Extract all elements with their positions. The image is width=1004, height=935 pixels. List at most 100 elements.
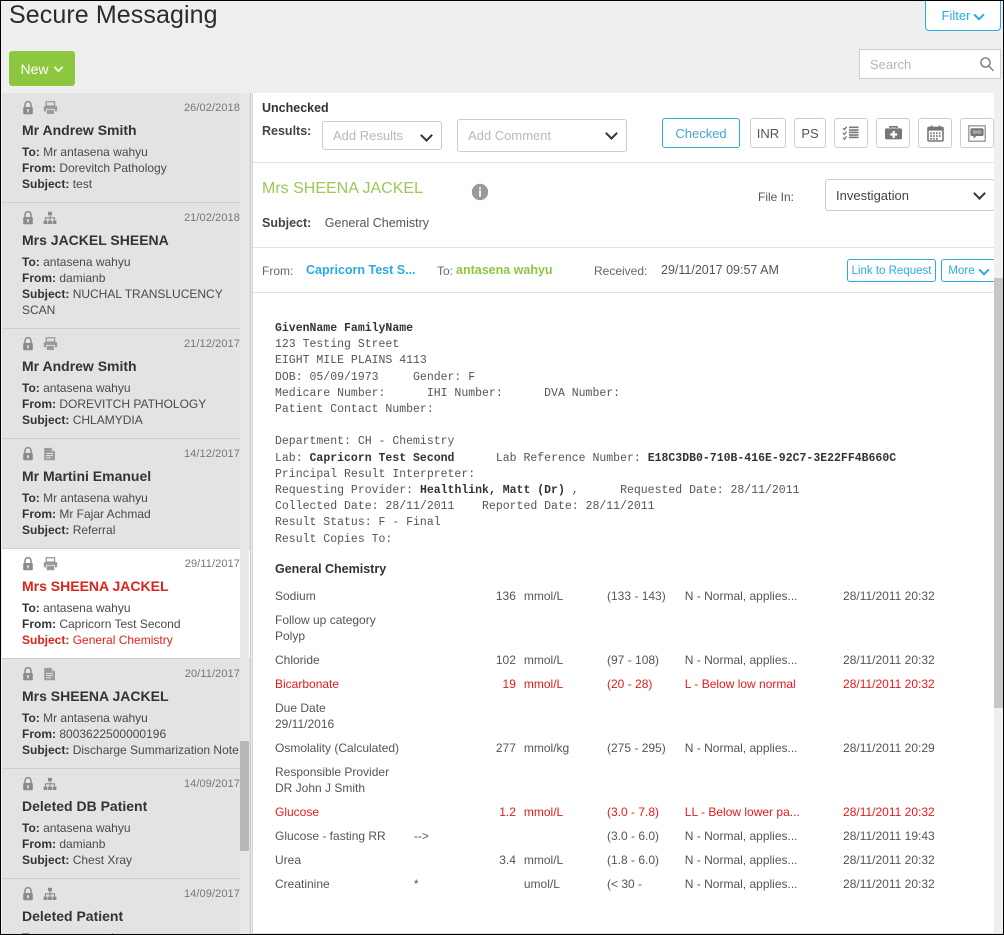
subject-label: Subject: — [262, 216, 312, 230]
to-value[interactable]: antasena wahyu — [456, 263, 553, 277]
message-item-top: 21/12/2017 — [22, 337, 240, 353]
result-row: Glucose - fasting RR --> (3.0 - 6.0) N - No… — [253, 824, 1003, 848]
from-label: From: — [262, 264, 294, 278]
result-subnote-line: 29/11/2016 — [275, 716, 335, 731]
message-meta-row: From: Capricorn Test S... To: antasena w… — [253, 248, 1003, 293]
report-body: GivenName FamilyName 123 Testing Street … — [253, 293, 1003, 903]
network-icon — [43, 211, 57, 224]
message-list-item[interactable]: 29/11/2017 Mrs SHEENA JACKEL To: antasena … — [2, 549, 250, 659]
result-subnote-row: Responsible Provider DR John J Smith — [253, 760, 1003, 800]
search-box[interactable] — [859, 49, 1001, 79]
filter-button[interactable]: Filter — [925, 1, 1001, 31]
lock-icon — [23, 557, 33, 571]
message-subject-line: Subject: Chest Xray — [22, 852, 240, 868]
result-value: 136 — [495, 588, 516, 603]
results-toolbar: Unchecked Results: Add Results Add Comme… — [253, 93, 1003, 163]
subject-value: CHLAMYDIA — [72, 413, 143, 427]
panel-bottom-divider — [252, 933, 1003, 934]
add-comment-placeholder: Add Comment — [468, 128, 552, 143]
info-icon[interactable] — [471, 183, 489, 201]
message-date: 26/02/2018 — [183, 102, 240, 114]
from-label: From: — [22, 271, 56, 285]
result-row: Sodium 136 mmol/L (133 - 143) N - Normal, ap… — [253, 584, 1003, 608]
from-value: Capricorn Test Second — [59, 617, 181, 631]
file-in-label: File In: — [758, 190, 795, 204]
result-range: (1.8 - 6.0) — [607, 852, 660, 867]
chevron-down-icon — [975, 11, 984, 20]
to-label: To: — [437, 264, 454, 278]
result-subnote-line: Polyp — [275, 628, 306, 643]
filter-label: Filter — [941, 8, 971, 23]
message-patient-name: Mr Andrew Smith — [22, 358, 137, 374]
message-list-item[interactable]: 20/11/2017 Mrs SHEENA JACKEL To: Mr antase… — [2, 659, 250, 769]
result-value: 277 — [495, 740, 516, 755]
subject-label: Subject: — [22, 853, 70, 867]
result-subnote: Follow up category Polyp — [253, 608, 1003, 648]
lock-icon — [23, 337, 33, 351]
message-item-top: 26/02/2018 — [22, 101, 240, 117]
checked-button[interactable]: Checked — [662, 118, 740, 148]
subject-label: Subject: — [22, 413, 70, 427]
message-item-top: 29/11/2017 — [22, 557, 240, 573]
to-value: antasena wahyu — [43, 821, 131, 835]
more-label: More — [948, 264, 975, 277]
result-subnote-line: Follow up category — [275, 612, 376, 627]
add-comment-dropdown[interactable]: Add Comment — [457, 119, 627, 152]
message-item-icons — [22, 777, 57, 791]
message-patient-name: Mr Andrew Smith — [22, 122, 137, 138]
message-list-item[interactable]: 14/12/2017 Mr Martini Emanuel To: Mr antas… — [2, 439, 250, 549]
message-subject-line: Subject: Discharge Summarization Note — [22, 742, 240, 758]
message-to-line: To: antasena wahyu — [22, 600, 240, 616]
sms-button[interactable]: SMS — [960, 118, 994, 148]
report-section-title: General Chemistry — [275, 561, 387, 576]
result-subnote-line: DR John J Smith — [275, 780, 366, 795]
checklist-button[interactable] — [834, 118, 868, 148]
link-to-request-button[interactable]: Link to Request — [847, 259, 936, 282]
result-flag — [414, 736, 462, 760]
message-list-item[interactable]: 21/02/2018 Mrs JACKEL SHEENA To: antasena … — [2, 203, 250, 329]
main-scrollbar-thumb[interactable] — [994, 278, 1003, 708]
result-unit: mmol/kg — [523, 740, 570, 755]
result-row: Urea 3.4 mmol/L (1.8 - 6.0) N - Normal, appl… — [253, 848, 1003, 872]
from-value[interactable]: Capricorn Test S... — [306, 263, 416, 277]
result-name: Bicarbonate — [275, 676, 340, 691]
svg-text:SMS: SMS — [972, 129, 981, 134]
result-flag — [414, 648, 462, 672]
result-unit: mmol/L — [523, 676, 564, 691]
add-results-dropdown[interactable]: Add Results — [322, 121, 442, 150]
result-time: 28/11/2011 20:29 — [843, 740, 935, 755]
sidebar-scrollbar-thumb[interactable] — [240, 741, 249, 851]
message-list-item[interactable]: 21/12/2017 Mr Andrew Smith To: antasena wa… — [2, 329, 250, 439]
patient-name[interactable]: Mrs SHEENA JACKEL — [262, 180, 423, 198]
new-button[interactable]: New — [9, 51, 75, 86]
result-name: Creatinine — [275, 876, 330, 891]
message-from-line: From: Capricorn Test Second — [22, 616, 240, 632]
to-label: To: — [22, 145, 40, 159]
from-value: Dorevitch Pathology — [59, 161, 167, 175]
to-value: antasena wahyu — [43, 381, 131, 395]
message-list-item[interactable]: 14/09/2017 Deleted Patient To: antasena wa… — [2, 879, 250, 934]
message-list-item[interactable]: 14/09/2017 Deleted DB Patient To: antasena… — [2, 769, 250, 879]
sms-icon: SMS — [968, 124, 986, 142]
subject-label: Subject: — [22, 177, 70, 191]
inr-button[interactable]: INR — [750, 118, 786, 148]
result-flag — [414, 848, 462, 872]
file-in-dropdown[interactable]: Investigation — [825, 179, 995, 211]
medical-kit-button[interactable] — [876, 118, 910, 148]
result-value — [462, 872, 524, 896]
network-icon — [43, 777, 57, 790]
message-list-item[interactable]: 26/02/2018 Mr Andrew Smith To: Mr antasena… — [2, 93, 250, 203]
message-from-line: From: damianb — [22, 270, 240, 286]
search-input[interactable] — [868, 50, 976, 78]
result-unit — [524, 824, 607, 848]
new-button-label: New — [20, 60, 49, 77]
result-flag — [414, 584, 462, 608]
ps-button[interactable]: PS — [794, 118, 826, 148]
result-time: 28/11/2011 20:32 — [843, 804, 935, 819]
subject-label: Subject: — [22, 633, 70, 647]
message-list-sidebar[interactable]: 26/02/2018 Mr Andrew Smith To: Mr antasena… — [2, 93, 251, 934]
message-from-line: From: Dorevitch Pathology — [22, 160, 240, 176]
result-normal: N - Normal, applies... — [684, 588, 798, 603]
calendar-button[interactable] — [918, 118, 952, 148]
more-button[interactable]: More — [941, 259, 996, 282]
